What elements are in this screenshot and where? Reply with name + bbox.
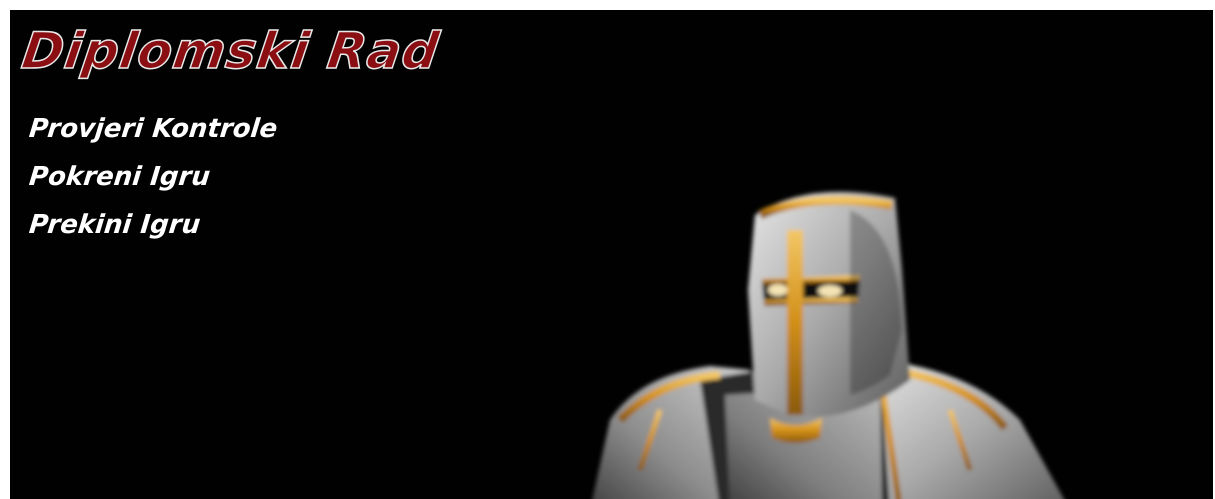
menu-item-start-game[interactable]: Pokreni Igru xyxy=(26,160,279,208)
menu-item-quit-game[interactable]: Prekini Igru xyxy=(26,208,279,256)
game-title: Diplomski Rad xyxy=(18,21,444,81)
main-menu: Provjeri Kontrole Pokreni Igru Prekini I… xyxy=(28,112,279,256)
knight-illustration xyxy=(592,191,1064,499)
menu-item-check-controls[interactable]: Provjeri Kontrole xyxy=(26,112,279,160)
main-menu-screen: Diplomski Rad Provjeri Kontrole Pokreni … xyxy=(10,10,1213,499)
